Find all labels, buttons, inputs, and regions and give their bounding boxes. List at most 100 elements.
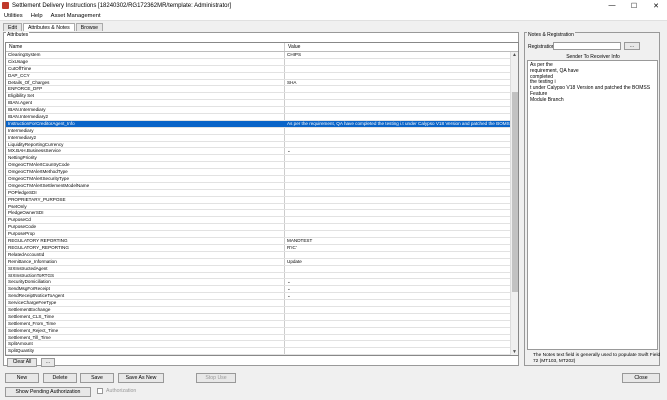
attribute-value-cell[interactable]	[285, 66, 511, 72]
attribute-value-cell[interactable]	[285, 107, 511, 113]
table-row[interactable]: Intermediary2	[6, 134, 518, 142]
attribute-value-cell[interactable]	[285, 335, 511, 341]
attribute-value-cell[interactable]	[285, 204, 511, 210]
table-row[interactable]: LiquidityReportingCurrency	[6, 141, 518, 149]
attribute-value-cell[interactable]	[285, 73, 511, 79]
table-row[interactable]: PurposeCd	[6, 217, 518, 225]
stop-use-button[interactable]: Stop Use	[196, 373, 236, 383]
table-row[interactable]: Settlement_From_Time	[6, 320, 518, 328]
scroll-down-icon[interactable]: ▼	[511, 349, 518, 355]
attribute-value-cell[interactable]: SHA	[285, 80, 511, 86]
attribute-value-cell[interactable]	[285, 135, 511, 141]
attribute-value-cell[interactable]	[285, 59, 511, 65]
maximize-button[interactable]: ☐	[623, 0, 645, 11]
attribute-value-cell[interactable]: MANDTEST	[285, 238, 511, 244]
attribute-value-cell[interactable]	[285, 307, 511, 313]
save-button[interactable]: Save	[80, 373, 114, 383]
table-row[interactable]: Settlement_Till_Time	[6, 334, 518, 342]
table-row[interactable]: Settlement_Reject_Time	[6, 327, 518, 335]
attribute-value-cell[interactable]	[285, 114, 511, 120]
table-row[interactable]: SecurityDomiciliation ⌄	[6, 279, 518, 287]
column-header-name[interactable]: Name	[6, 43, 285, 51]
scroll-up-icon[interactable]: ▲	[511, 52, 518, 59]
close-window-button[interactable]: ✕	[645, 0, 667, 11]
attribute-value-cell[interactable]	[285, 341, 511, 347]
table-row[interactable]: PurposeProp	[6, 231, 518, 239]
attribute-value-cell[interactable]	[285, 197, 511, 203]
attribute-value-cell[interactable]	[285, 210, 511, 216]
tab-attributes-notes[interactable]: Attributes & Notes	[22, 23, 75, 31]
minimize-button[interactable]: —	[601, 0, 623, 11]
tab-browse[interactable]: Browse	[75, 23, 104, 31]
tab-edit[interactable]: Edit	[3, 23, 22, 31]
attribute-value-cell[interactable]	[285, 93, 511, 99]
table-row[interactable]: Intermediary	[6, 127, 518, 135]
table-row[interactable]: PledgeOwnerSDI	[6, 210, 518, 218]
column-header-value[interactable]: Value	[285, 43, 511, 51]
notes-textarea[interactable]: As per the requirement, QA have complete…	[527, 60, 658, 350]
attribute-value-cell[interactable]	[285, 231, 511, 237]
menu-asset-management[interactable]: Asset Management	[47, 13, 105, 19]
attribute-value-cell[interactable]	[285, 176, 511, 182]
table-row[interactable]: OmgeoCTMAlertCountryCode	[6, 162, 518, 170]
table-row[interactable]: OmgeoCTMAlertMethodType	[6, 169, 518, 177]
attribute-value-cell[interactable]	[285, 183, 511, 189]
show-pending-authorization-button[interactable]: Show Pending Authorization	[5, 387, 91, 397]
table-row[interactable]: SplitAmount	[6, 341, 518, 349]
delete-button[interactable]: Delete	[43, 373, 77, 383]
authorization-checkbox[interactable]	[97, 388, 103, 394]
table-row[interactable]: NettingPriority	[6, 155, 518, 163]
table-row[interactable]: REGULATORY REPORTING MANDTEST	[6, 238, 518, 245]
clear-all-button[interactable]: Clear All	[7, 358, 37, 367]
table-row[interactable]: RelatedAccountId	[6, 251, 518, 259]
table-row[interactable]: ServiceChargeFeeType	[6, 300, 518, 307]
attribute-value-cell[interactable]: R'IC'	[285, 245, 511, 251]
attribute-value-cell[interactable]	[285, 169, 511, 175]
attribute-value-cell[interactable]	[285, 162, 511, 168]
table-row[interactable]: SettlementExchange	[6, 306, 518, 314]
table-row[interactable]: DAP_CCY	[6, 72, 518, 80]
attribute-value-cell[interactable]	[285, 86, 511, 92]
table-row[interactable]: IBAN.Intermediary	[6, 107, 518, 115]
table-row[interactable]: Eligibility Set	[6, 93, 518, 101]
attribute-value-cell[interactable]: ⌄	[285, 279, 511, 285]
table-row[interactable]: Settlement_CLS_Time	[6, 313, 518, 321]
table-row[interactable]: IBAN.Agent	[6, 100, 518, 108]
menu-utilities[interactable]: Utilities	[0, 13, 27, 19]
table-row[interactable]: Details_Of_Charges SHA	[6, 79, 518, 87]
attribute-value-cell[interactable]	[285, 224, 511, 230]
table-row[interactable]: CutOffTime	[6, 65, 518, 73]
registration-browse-button[interactable]: ...	[624, 42, 640, 50]
attribute-value-cell[interactable]	[285, 266, 511, 272]
menu-help[interactable]: Help	[27, 13, 47, 19]
attribute-value-cell[interactable]: Update	[285, 259, 511, 265]
attribute-value-cell[interactable]	[285, 321, 511, 327]
table-row[interactable]: PsetOnly	[6, 203, 518, 211]
table-row[interactable]: REGULATORY_REPORTING R'IC'	[6, 244, 518, 252]
attribute-value-cell[interactable]: ⌄	[285, 286, 511, 292]
table-row[interactable]: InstructionForCreditorAgent_Info As per t…	[6, 120, 518, 128]
authorization-checkbox-wrap[interactable]: Authorization	[97, 388, 136, 394]
attribute-value-cell[interactable]	[285, 348, 511, 354]
attribute-value-cell[interactable]	[285, 314, 511, 320]
attribute-value-cell[interactable]: CHIPS	[285, 52, 511, 58]
attribute-value-cell[interactable]: As per the requirement, QA have complete…	[285, 121, 511, 127]
table-row[interactable]: ClearingSystem CHIPS	[6, 52, 518, 59]
table-row[interactable]: ENFORCE_DFP	[6, 86, 518, 94]
table-row[interactable]: MX.BAH.BusinessService ⌄	[6, 148, 518, 156]
attribute-value-cell[interactable]	[285, 142, 511, 148]
attribute-value-cell[interactable]	[285, 252, 511, 258]
attribute-value-cell[interactable]	[285, 300, 511, 306]
attribute-value-cell[interactable]	[285, 328, 511, 334]
table-row[interactable]: SIXInstructionToRTGS	[6, 272, 518, 280]
table-row[interactable]: OmgeoCTMAlertSecurityType	[6, 176, 518, 183]
attribute-value-cell[interactable]: ⌄	[285, 293, 511, 299]
attribute-value-cell[interactable]	[285, 217, 511, 223]
table-row[interactable]: POPledgeSDI	[6, 189, 518, 197]
table-row[interactable]: IBAN.Intermediary2	[6, 114, 518, 121]
table-row[interactable]: Remittance_Information Update	[6, 258, 518, 266]
close-button[interactable]: Close	[622, 373, 660, 383]
more-options-button[interactable]: ...	[41, 358, 55, 367]
table-row[interactable]: SendMsgForReceipt ⌄	[6, 286, 518, 294]
attribute-value-cell[interactable]	[285, 190, 511, 196]
